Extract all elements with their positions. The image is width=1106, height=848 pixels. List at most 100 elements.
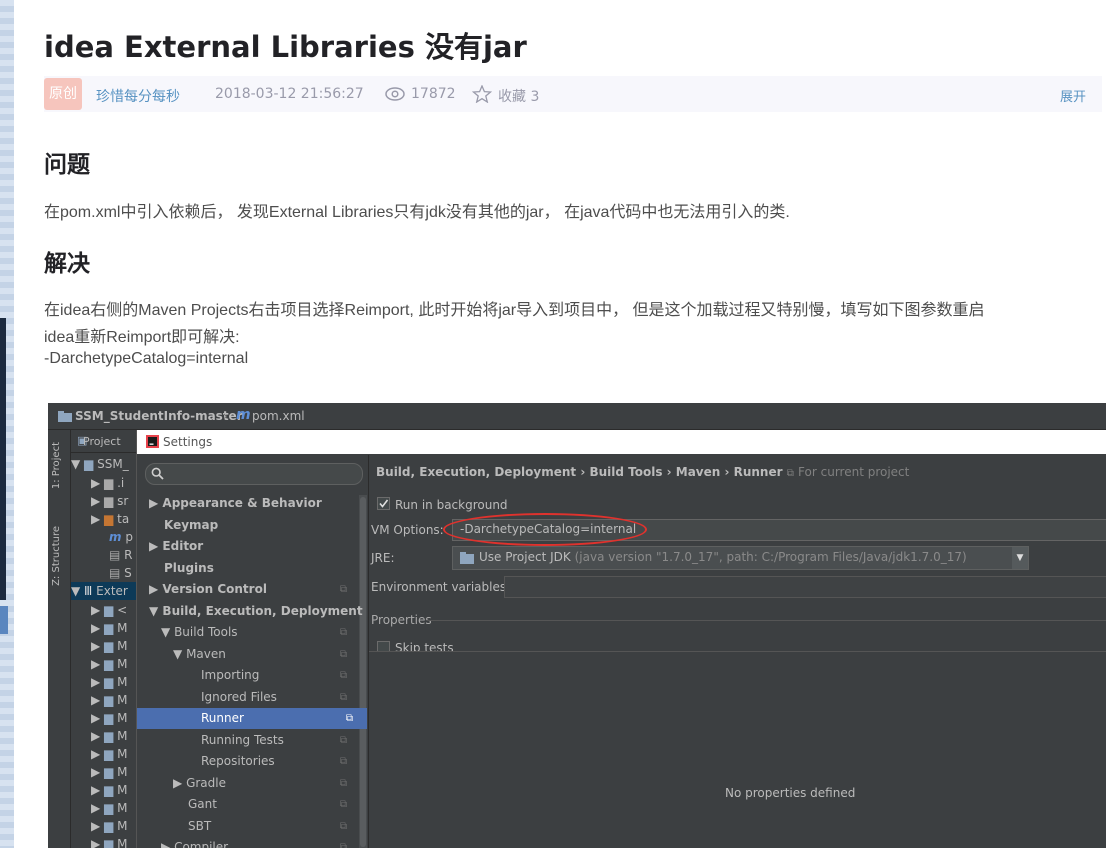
maven-icon: m [236,407,251,423]
expand-link[interactable]: 展开 [1060,86,1086,105]
favorites-count[interactable]: 收藏 3 [498,86,539,106]
vtab-project[interactable]: 1: Project [51,442,62,489]
tree-row[interactable]: ▶ ▆ sr [91,492,128,510]
jre-detail: (java version "1.7.0_17", path: C:/Progr… [574,550,967,564]
tool-window-strip: 1: Project Z: Structure [48,430,71,848]
ide-navbar: SSM_StudentInfo-master › m pom.xml [48,403,1106,430]
tree-row-lib[interactable]: ▶ ▆ M [91,781,127,799]
tree-row-lib[interactable]: ▶ ▆ M [91,727,127,745]
properties-table[interactable]: No properties defined [369,651,1106,848]
project-scope-icon: ⧉ [339,842,347,848]
no-properties-text: No properties defined [725,786,856,800]
env-variables-label: Environment variables: [371,580,511,594]
tree-row-lib[interactable]: ▶ ▆ M [91,655,127,673]
settings-tree-scrollbar[interactable] [359,495,367,848]
tree-row[interactable]: ▶ ▆ .i [91,474,124,492]
settings-item-editor[interactable]: ▶ Editor [137,536,357,557]
settings-dialog: Settings ▶ Appearance & Behavior Keymap … [136,430,1106,848]
settings-item-gradle[interactable]: ▶ Gradle ⧉ [137,773,357,794]
settings-item-gant[interactable]: Gant ⧉ [137,794,357,815]
settings-item-ignored-files[interactable]: Ignored Files ⧉ [137,687,357,708]
run-in-background-checkbox[interactable] [377,497,390,510]
project-scope-icon: ⧉ [339,692,347,703]
vtab-structure[interactable]: Z: Structure [51,526,62,586]
tree-row-lib[interactable]: ▶ ▆ M [91,817,127,835]
properties-label: Properties [371,613,432,627]
project-tab-label[interactable]: Project [83,435,121,448]
jre-select[interactable]: Use Project JDK (java version "1.7.0_17"… [452,546,1029,570]
search-icon [151,467,164,480]
red-highlight-oval [443,513,647,546]
env-variables-input[interactable] [504,576,1106,598]
tree-row-lib[interactable]: ▶ ▆ M [91,745,127,763]
section-problem-title: 问题 [44,152,90,178]
chevron-down-icon[interactable]: ▼ [1012,547,1028,569]
vm-options-label: VM Options: [371,523,444,537]
left-sidebar-strip [0,0,14,848]
sidebar-blue-block [0,606,8,634]
settings-item-repositories[interactable]: Repositories ⧉ [137,751,357,772]
section-solution-title: 解决 [44,251,90,277]
intellij-logo-icon [146,435,159,448]
tree-row[interactable]: ▤ R [109,546,133,564]
ide-screenshot: SSM_StudentInfo-master › m pom.xml 1: Pr… [48,403,1106,848]
project-scope-icon: ⧉ [786,468,794,479]
publish-date: 2018-03-12 21:56:27 [215,86,364,102]
settings-item-appearance[interactable]: ▶ Appearance & Behavior [137,493,357,514]
project-scope-icon: ⧉ [339,799,347,810]
tree-row-lib[interactable]: ▶ ▆ M [91,637,127,655]
settings-item-keymap[interactable]: Keymap [137,515,357,536]
tree-row-lib[interactable]: ▶ ▆ M [91,619,127,637]
tree-row-lib[interactable]: ▶ ▆ M [91,709,127,727]
project-scope-icon: ⧉ [339,778,347,789]
project-scope-icon: ⧉ [339,756,347,767]
tree-row[interactable]: ▤ S [109,564,132,582]
section-solution-line2: idea重新Reimport即可解决: [44,329,240,346]
project-scope-icon: ⧉ [339,649,347,660]
project-folder-icon [58,411,72,422]
runner-settings-panel: Build, Execution, Deployment › Build Too… [368,455,1106,848]
breadcrumb-project[interactable]: SSM_StudentInfo-master [75,409,243,423]
tree-row-lib[interactable]: ▶ ▆ M [91,691,127,709]
checkmark-icon [379,499,389,508]
tree-row[interactable]: m p [109,528,133,546]
star-icon[interactable] [472,85,492,103]
properties-separator [427,620,1106,621]
tree-row-external-libraries[interactable]: ▼ Ⅲ Exter [71,582,138,600]
settings-item-runner[interactable]: Runner ⧉ [137,708,367,729]
settings-item-plugins[interactable]: Plugins [137,558,357,579]
settings-item-running-tests[interactable]: Running Tests ⧉ [137,730,357,751]
settings-title: Settings [163,435,213,449]
settings-item-compiler[interactable]: ▶ Compiler ⧉ [137,837,357,848]
sidebar-dark-block [0,318,6,600]
tree-row-lib[interactable]: ▶ ▆ M [91,763,127,781]
settings-item-sbt[interactable]: SBT ⧉ [137,816,357,837]
tree-row-root[interactable]: ▼ ▆ SSM_ [71,455,129,473]
section-solution-line1: 在idea右侧的Maven Projects右击项目选择Reimport, 此时… [44,302,985,319]
run-in-background-label: Run in background [395,498,508,512]
tree-row[interactable]: ▶ ▆ < [91,601,127,619]
settings-item-build[interactable]: ▼ Build, Execution, Deployment [137,601,363,622]
tree-row[interactable]: ▶ ▆ ta [91,510,129,528]
tree-row-lib[interactable]: ▶ ▆ M [91,835,127,848]
author-link[interactable]: 珍惜每分每秒 [96,86,180,106]
breadcrumb-file[interactable]: pom.xml [252,409,305,423]
project-scope-icon: ⧉ [339,821,347,832]
project-scope-icon: ⧉ [339,627,347,638]
settings-item-importing[interactable]: Importing ⧉ [137,665,357,686]
project-scope-icon: ⧉ [339,735,347,746]
project-scope-icon: ⧉ [339,670,347,681]
settings-item-version-control[interactable]: ▶ Version Control ⧉ [137,579,357,600]
scrollbar-thumb[interactable] [360,497,366,847]
settings-item-build-tools[interactable]: ▼ Build Tools ⧉ [137,622,357,643]
settings-item-maven[interactable]: ▼ Maven ⧉ [137,644,357,665]
settings-search-input[interactable] [145,463,363,485]
tree-row-lib[interactable]: ▶ ▆ M [91,673,127,691]
jre-label: JRE: [371,551,395,565]
settings-titlebar: Settings [137,430,1106,454]
project-panel: ▣ ▼ ▆ SSM_ ▶ ▆ .i ▶ ▆ sr ▶ ▆ ta m p ▤ R … [71,430,138,848]
settings-tree: ▶ Appearance & Behavior Keymap ▶ Editor … [137,455,367,848]
project-scope-icon: ⧉ [345,713,353,724]
article-title: idea External Libraries 没有jar [44,30,527,64]
tree-row-lib[interactable]: ▶ ▆ M [91,799,127,817]
